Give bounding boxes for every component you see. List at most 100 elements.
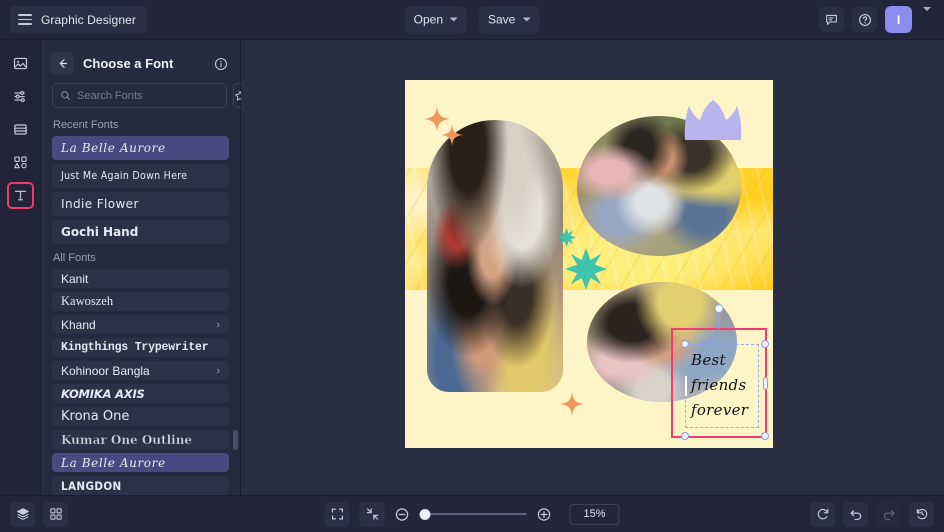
account-chevron-down-icon[interactable] <box>920 9 934 31</box>
grid-icon[interactable] <box>43 502 68 527</box>
resize-handle-top-right[interactable] <box>761 340 769 348</box>
star-sticker-small-icon[interactable] <box>557 228 576 247</box>
font-name-label: La Belle Aurore <box>61 456 166 470</box>
all-fonts-list: Kanit Kawoszeh Khand › Kingthings Trypewrite… <box>41 269 240 495</box>
font-list-item[interactable]: Kawoszeh <box>52 292 229 311</box>
canvas-text-element[interactable]: Best friends forever <box>691 348 755 423</box>
font-list-item[interactable]: Kingthings Trypewriter <box>52 338 229 357</box>
sparkle-icon[interactable] <box>560 392 584 416</box>
design-canvas[interactable]: Best friends forever <box>405 80 773 448</box>
font-name-label: Kanit <box>61 272 88 286</box>
all-fonts-label: All Fonts <box>41 244 240 269</box>
font-list-item[interactable]: Gochi Hand <box>52 220 229 244</box>
resize-handle-right-middle[interactable] <box>763 377 768 390</box>
search-input[interactable] <box>77 90 219 102</box>
font-name-label: Kohinoor Bangla <box>61 364 150 378</box>
bottom-bar: 15% <box>0 495 944 532</box>
font-name-label: Kawoszeh <box>61 294 113 309</box>
font-list-item[interactable]: Just Me Again Down Here <box>52 164 229 188</box>
zoom-slider-track[interactable] <box>431 513 527 515</box>
font-list-item[interactable]: Indie Flower <box>52 192 229 216</box>
zoom-level-value[interactable]: 15% <box>570 504 620 525</box>
font-name-label: Krona One <box>61 409 129 424</box>
chevron-down-icon <box>450 18 458 22</box>
font-name-label: Khand <box>61 318 96 332</box>
font-list-item[interactable]: Kohinoor Bangla › <box>52 361 229 380</box>
undo-icon[interactable] <box>843 502 868 527</box>
zoom-controls: 15% <box>325 502 620 527</box>
save-label: Save <box>488 13 515 27</box>
rotate-line <box>718 311 719 329</box>
font-name-label: Just Me Again Down Here <box>61 170 187 182</box>
tool-rail <box>0 40 41 495</box>
text-line: friends <box>691 373 755 398</box>
reset-icon[interactable] <box>810 502 835 527</box>
selected-text-frame[interactable]: Best friends forever <box>671 328 767 438</box>
topbar-right-actions: I <box>819 6 934 33</box>
zoom-in-icon[interactable] <box>537 507 552 522</box>
crown-sticker-icon[interactable] <box>683 96 743 142</box>
chevron-down-icon <box>522 18 530 22</box>
panel-scrollbar[interactable] <box>233 430 238 450</box>
font-name-label: Kingthings Trypewriter <box>61 341 208 354</box>
font-list-item[interactable]: Krona One <box>52 407 229 426</box>
layers-icon[interactable] <box>10 502 35 527</box>
recent-fonts-list: La Belle Aurore Just Me Again Down Here In… <box>41 136 240 244</box>
resize-handle-bottom-right[interactable] <box>761 432 769 440</box>
save-button[interactable]: Save <box>479 6 539 33</box>
search-field[interactable] <box>52 83 227 108</box>
shrink-icon[interactable] <box>360 502 385 527</box>
recent-fonts-label: Recent Fonts <box>41 117 240 136</box>
document-actions: Open Save <box>405 6 540 33</box>
avatar[interactable]: I <box>885 6 912 33</box>
font-list-item[interactable]: La Belle Aurore <box>52 136 229 160</box>
zoom-slider-thumb[interactable] <box>420 509 431 520</box>
rotate-handle[interactable] <box>715 304 724 313</box>
rail-item-text[interactable] <box>7 182 34 209</box>
font-list-item[interactable]: La Belle Aurore <box>52 453 229 472</box>
star-sticker-large-icon[interactable] <box>565 248 607 290</box>
app-title: Graphic Designer <box>41 13 136 27</box>
open-label: Open <box>414 13 443 27</box>
font-name-label: Kumar One Outline <box>61 433 192 447</box>
font-name-label: La Belle Aurore <box>61 141 166 155</box>
app-root: Graphic Designer Open Save <box>0 0 944 532</box>
photo-arch[interactable] <box>427 120 563 392</box>
redo-icon[interactable] <box>876 502 901 527</box>
help-circle-icon[interactable] <box>852 7 877 32</box>
history-icon[interactable] <box>909 502 934 527</box>
fit-screen-icon[interactable] <box>325 502 350 527</box>
font-list-item[interactable]: Kanit <box>52 269 229 288</box>
font-list-item[interactable]: Kumar One Outline <box>52 430 229 449</box>
canvas-stage[interactable]: Best friends forever <box>241 40 944 495</box>
font-list-item[interactable]: LANGDON <box>52 476 229 495</box>
rail-item-layouts[interactable] <box>7 116 34 143</box>
rail-item-elements[interactable] <box>7 149 34 176</box>
resize-handle-bottom-left[interactable] <box>681 432 689 440</box>
brand-menu-button[interactable]: Graphic Designer <box>10 6 147 33</box>
font-name-label: LANGDON <box>61 479 122 493</box>
sparkle-icon[interactable] <box>441 124 463 146</box>
resize-handle-top-left[interactable] <box>681 340 689 348</box>
font-name-label: Gochi Hand <box>61 225 138 239</box>
chevron-right-icon[interactable]: › <box>216 365 220 377</box>
bottom-left-tools <box>10 502 68 527</box>
zoom-slider[interactable] <box>420 509 527 520</box>
rail-item-images[interactable] <box>7 50 34 77</box>
zoom-out-icon[interactable] <box>395 507 410 522</box>
font-name-label: KOMIKA AXIS <box>61 387 145 401</box>
hamburger-icon[interactable] <box>18 14 32 25</box>
open-button[interactable]: Open <box>405 6 467 33</box>
info-circle-icon[interactable] <box>214 57 228 71</box>
rail-item-adjust[interactable] <box>7 83 34 110</box>
search-row <box>41 83 240 117</box>
comment-icon[interactable] <box>819 7 844 32</box>
text-line: Best <box>691 348 755 373</box>
font-list-item[interactable]: Khand › <box>52 315 229 334</box>
font-list-item[interactable]: KOMIKA AXIS <box>52 384 229 403</box>
main-body: Choose a Font <box>0 40 944 495</box>
chevron-right-icon[interactable]: › <box>216 319 220 331</box>
arrow-left-icon[interactable] <box>51 52 74 75</box>
top-bar: Graphic Designer Open Save <box>0 0 944 40</box>
text-caret <box>685 376 687 396</box>
